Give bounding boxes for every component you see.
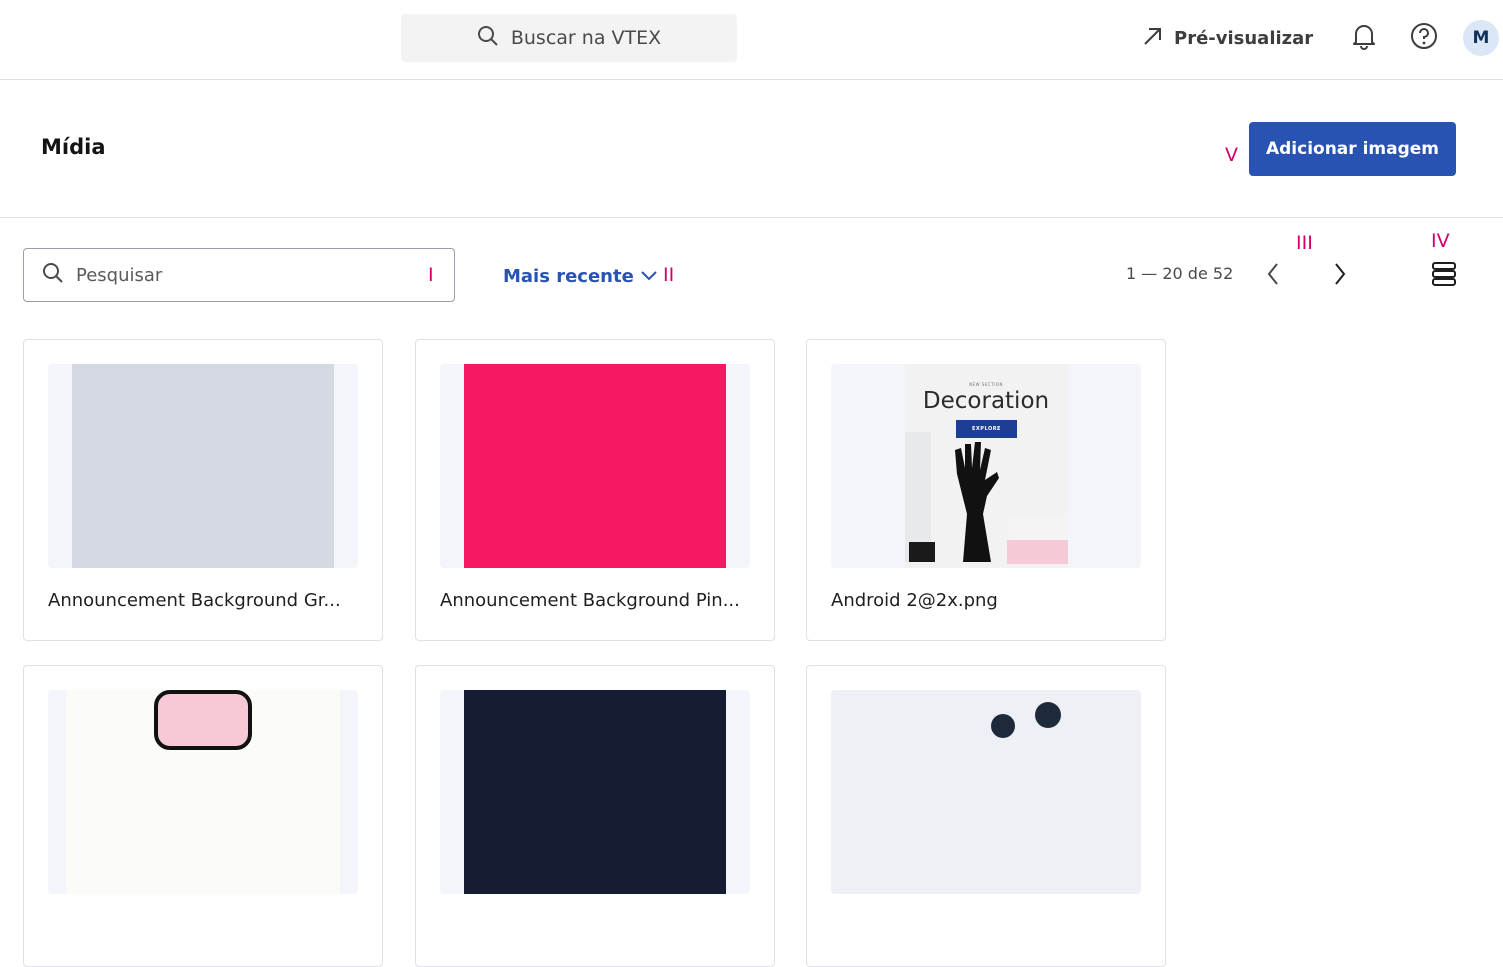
media-card[interactable]: Announcement Background Gr...: [23, 339, 383, 641]
search-icon: [477, 25, 499, 52]
annotation-add-button: V: [1225, 144, 1238, 166]
annotation-pagination: III: [1296, 232, 1313, 254]
annotation-search: I: [428, 264, 434, 286]
device-icon-dot: [991, 714, 1015, 738]
global-search-placeholder: Buscar na VTEX: [510, 27, 662, 49]
list-view-toggle[interactable]: [1428, 260, 1460, 292]
device-icon-dot: [1035, 702, 1061, 728]
media-thumbnail: [48, 690, 358, 894]
media-card[interactable]: [23, 665, 383, 967]
thumbnail-image: [464, 690, 726, 894]
media-name: Announcement Background Gr...: [48, 590, 341, 611]
notifications-button[interactable]: [1348, 20, 1380, 56]
thumbnail-image: [72, 364, 334, 568]
media-thumbnail: [440, 364, 750, 568]
media-card[interactable]: Announcement Background Pin...: [415, 339, 775, 641]
bell-icon: [1351, 22, 1377, 54]
phone-image: [66, 690, 340, 894]
search-icon: [42, 262, 64, 289]
arrow-up-right-icon: [1142, 25, 1164, 52]
top-bar: Buscar na VTEX Pré-visualizar M: [0, 0, 1503, 80]
media-thumbnail: NEW SECTION Decoration EXPLORE: [831, 364, 1141, 568]
help-icon: [1410, 22, 1438, 54]
chevron-left-icon: [1266, 262, 1280, 290]
global-search-input[interactable]: Buscar na VTEX: [401, 14, 737, 62]
decoration-banner-image: NEW SECTION Decoration EXPLORE: [905, 364, 1068, 568]
hand-sculpture-image: [905, 432, 1068, 564]
media-name: Android 2@2x.png: [831, 590, 998, 611]
chevron-down-icon: [640, 266, 658, 287]
media-card[interactable]: [415, 665, 775, 967]
chevron-right-icon: [1333, 262, 1347, 290]
media-thumbnail: [440, 690, 750, 894]
previous-page-button[interactable]: [1258, 258, 1288, 294]
media-card[interactable]: NEW SECTION Decoration EXPLORE Android 2…: [806, 339, 1166, 641]
annotation-view-toggle: IV: [1431, 230, 1450, 252]
media-search-input[interactable]: Pesquisar: [23, 248, 455, 302]
annotation-sort: II: [663, 264, 675, 286]
preview-label: Pré-visualizar: [1174, 27, 1314, 49]
page-title: Mídia: [41, 135, 106, 159]
sort-label: Mais recente: [503, 265, 634, 287]
media-thumbnail: [48, 364, 358, 568]
thumbnail-image: [831, 690, 1141, 894]
list-view-icon: [1431, 261, 1457, 291]
media-card[interactable]: [806, 665, 1166, 967]
next-page-button[interactable]: [1325, 258, 1355, 294]
thumbnail-image: [464, 364, 726, 568]
preview-button[interactable]: Pré-visualizar: [1142, 22, 1313, 54]
page-header: Mídia V Adicionar imagem: [0, 80, 1503, 218]
media-name: Announcement Background Pin...: [440, 590, 740, 611]
media-search-placeholder: Pesquisar: [76, 264, 163, 286]
media-toolbar: Pesquisar I Mais recente II III 1 — 20 d…: [0, 218, 1503, 328]
media-thumbnail: [831, 690, 1141, 894]
help-button[interactable]: [1408, 20, 1440, 56]
add-image-button[interactable]: Adicionar imagem: [1249, 122, 1456, 176]
user-avatar[interactable]: M: [1463, 20, 1499, 56]
pagination-label: 1 — 20 de 52: [1126, 264, 1234, 283]
sort-dropdown[interactable]: Mais recente: [503, 262, 658, 290]
phone-shape: [154, 690, 252, 750]
